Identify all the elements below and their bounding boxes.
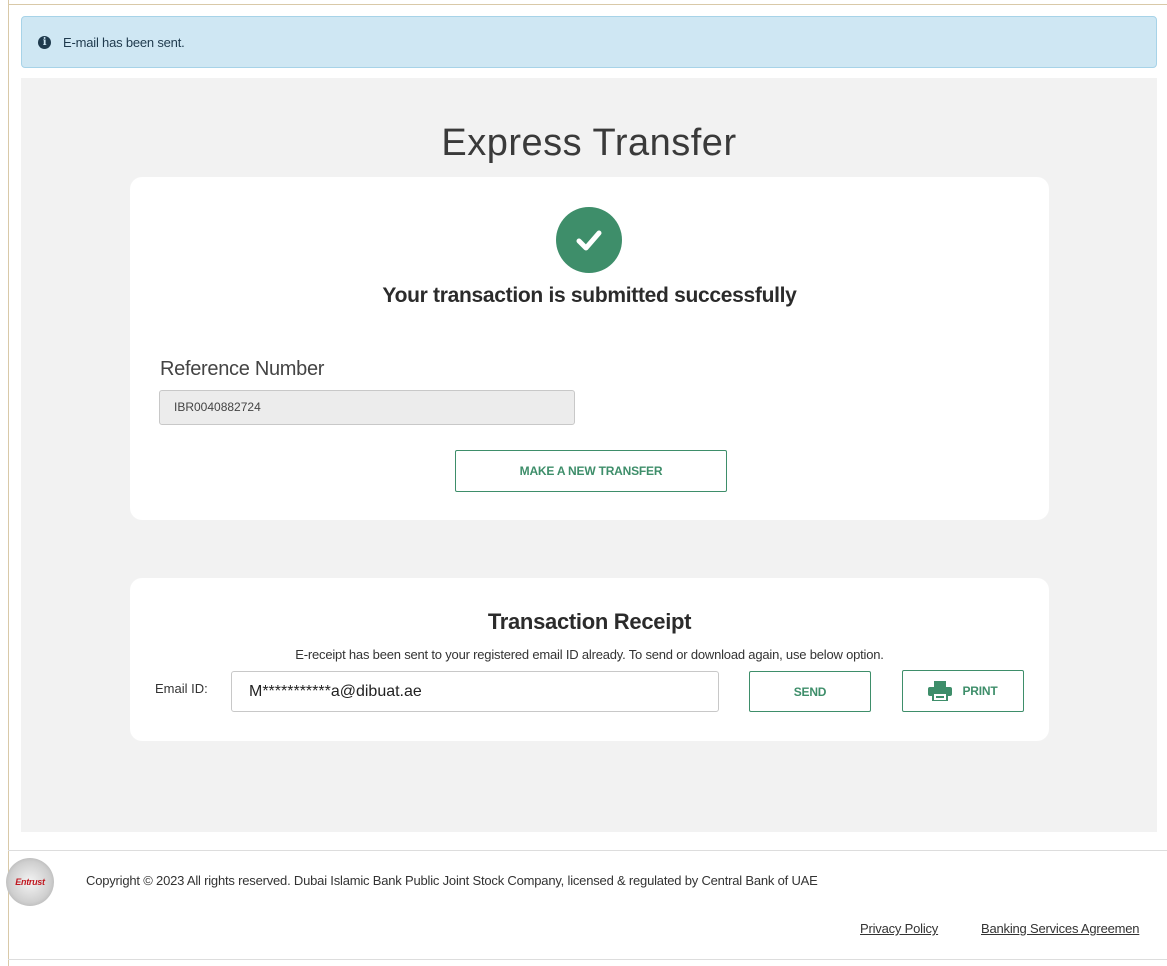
- alert-message: E-mail has been sent.: [63, 34, 185, 50]
- page-frame-left: [8, 0, 9, 966]
- receipt-description: E-receipt has been sent to your register…: [295, 647, 884, 662]
- email-id-label: Email ID:: [155, 681, 208, 696]
- email-sent-alert: i E-mail has been sent.: [21, 16, 1157, 68]
- receipt-title: Transaction Receipt: [487, 609, 692, 634]
- main-panel: Express Transfer Your transaction is sub…: [21, 78, 1157, 832]
- success-card: Your transaction is submitted successful…: [130, 177, 1049, 520]
- entrust-seal-logo: Entrust: [6, 858, 54, 906]
- footer-divider: [8, 850, 1167, 851]
- reference-number-field: IBR0040882724: [159, 390, 575, 425]
- copyright-text: Copyright © 2023 All rights reserved. Du…: [86, 873, 818, 888]
- print-button-label: PRINT: [962, 684, 998, 698]
- page-title: Express Transfer: [441, 122, 737, 164]
- email-id-input[interactable]: M***********a@dibuat.ae: [231, 671, 719, 712]
- transaction-receipt-card: Transaction Receipt E-receipt has been s…: [130, 578, 1049, 741]
- banking-services-agreement-link[interactable]: Banking Services Agreemen: [981, 921, 1167, 936]
- check-icon: [556, 207, 622, 273]
- info-icon: i: [38, 35, 51, 49]
- send-button[interactable]: SEND: [749, 671, 871, 712]
- privacy-policy-link[interactable]: Privacy Policy: [860, 921, 938, 936]
- footer-bottom-divider: [8, 959, 1167, 960]
- make-new-transfer-button[interactable]: MAKE A NEW TRANSFER: [455, 450, 727, 492]
- printer-icon: [928, 681, 953, 701]
- print-button[interactable]: PRINT: [902, 670, 1024, 712]
- success-message: Your transaction is submitted successful…: [382, 284, 797, 307]
- reference-number-label: Reference Number: [160, 358, 325, 380]
- page-frame-top: [8, 4, 1167, 5]
